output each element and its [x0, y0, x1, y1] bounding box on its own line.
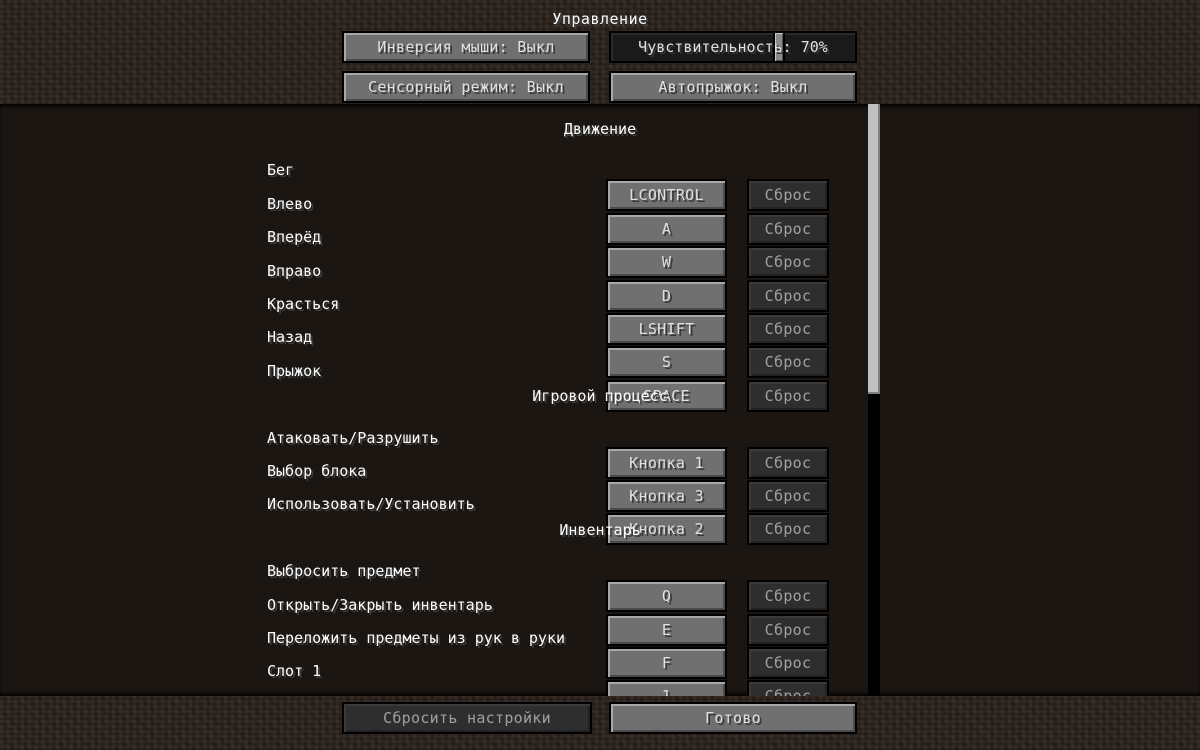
sensitivity-label: Чувствительность: 70% [638, 38, 828, 56]
keybind-key-button[interactable]: A [606, 212, 727, 245]
keybind-list[interactable]: Движение Бег LCONTROL Сброс Влево A Сброс Вперё… [0, 104, 1200, 696]
keybind-reset-button[interactable]: Сброс [747, 313, 829, 345]
keybind-reset-button[interactable]: Сброс [747, 680, 829, 696]
keybind-label: Вправо [267, 261, 322, 280]
invert-mouse-button[interactable]: Инверсия мыши: Выкл [342, 31, 590, 63]
keybind-key-button[interactable]: Кнопка 1 [606, 446, 727, 479]
keybind-key-button[interactable]: LCONTROL [606, 179, 727, 212]
keybind-key-button[interactable]: Кнопка 3 [606, 480, 727, 512]
keybind-reset-button[interactable]: Сброс [747, 446, 829, 479]
keybind-label: Назад [267, 328, 313, 347]
keybind-reset-button[interactable]: Сброс [747, 613, 829, 646]
touchscreen-mode-button[interactable]: Сенсорный режим: Выкл [342, 71, 590, 103]
keybind-key-button[interactable]: F [606, 647, 727, 679]
keybind-label: Использовать/Установить [267, 495, 475, 514]
keybind-label: Открыть/Закрыть инвентарь [267, 595, 493, 614]
keybind-key-button[interactable]: S [606, 346, 727, 379]
screen-title: Управление [552, 10, 648, 28]
keybind-label: Прыжок [267, 361, 322, 380]
done-button[interactable]: Готово [609, 702, 857, 734]
reset-all-keys-button[interactable]: Сбросить настройки [342, 702, 592, 734]
keybind-reset-button[interactable]: Сброс [747, 580, 829, 613]
keybind-reset-button[interactable]: Сброс [747, 179, 829, 212]
keybind-list-scrollbar[interactable] [868, 104, 880, 696]
keybind-label: Бег [267, 161, 295, 180]
keybind-label: Красться [267, 295, 340, 313]
keybind-key-button[interactable]: W [606, 246, 727, 279]
category-title: Движение [563, 120, 637, 138]
keybind-label: Слот 1 [267, 662, 322, 681]
keybind-list-scrollbar-thumb[interactable] [868, 104, 880, 394]
auto-jump-button[interactable]: Автопрыжок: Выкл [609, 71, 857, 103]
category-title: Игровой процесс [532, 387, 668, 406]
keybind-reset-button[interactable]: Сброс [747, 346, 829, 379]
keybind-key-button[interactable]: Q [606, 580, 727, 613]
category-title: Инвентарь [559, 520, 641, 539]
keybind-label: Атаковать/Разрушить [267, 428, 439, 447]
keybind-key-button[interactable]: 1 [606, 680, 727, 696]
keybind-label: Переложить предметы из рук в руки [267, 629, 566, 647]
keybind-label: Выбросить предмет [267, 562, 421, 581]
keybind-reset-button[interactable]: Сброс [747, 480, 829, 512]
keybind-label: Вперёд [267, 228, 322, 247]
keybind-key-button[interactable]: LSHIFT [606, 313, 727, 345]
keybind-label: Выбор блока [267, 462, 367, 480]
keybind-label: Влево [267, 194, 313, 213]
keybind-reset-button[interactable]: Сброс [747, 246, 829, 279]
keybind-reset-button[interactable]: Сброс [747, 279, 829, 312]
keybind-reset-button[interactable]: Сброс [747, 647, 829, 679]
keybind-reset-button[interactable]: Сброс [747, 212, 829, 245]
keybind-key-button[interactable]: D [606, 279, 727, 312]
sensitivity-slider[interactable]: Чувствительность: 70% [609, 31, 857, 63]
keybind-key-button[interactable]: E [606, 613, 727, 646]
